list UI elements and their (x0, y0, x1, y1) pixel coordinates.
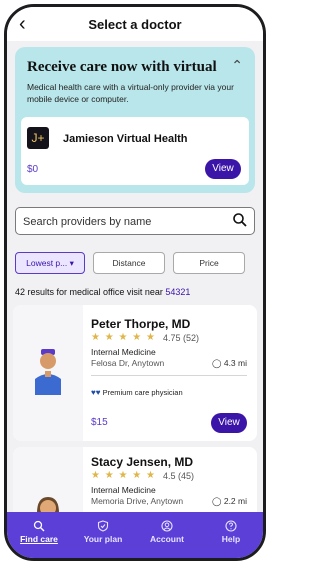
results-zip-link[interactable]: 54321 (165, 287, 190, 297)
provider-price: $0 (27, 164, 39, 175)
nav-label: Help (221, 534, 241, 544)
nav-label: Find care (20, 534, 58, 544)
distance-value: 2.2 mi (223, 496, 247, 506)
virtual-care-heading: Receive care now with virtual (27, 59, 217, 75)
provider-name: Jamieson Virtual Health (63, 133, 188, 145)
doctor-distance: ◯ 4.3 mi (212, 358, 247, 369)
heart-icon: ♥♥ (91, 388, 101, 397)
page-title: Select a doctor (88, 16, 182, 32)
view-doctor-button[interactable]: View (211, 413, 247, 433)
rating-value: 4.5 (45) (163, 471, 195, 481)
rating-stars: ★ ★ ★ ★ ★ (91, 470, 156, 481)
virtual-provider-card[interactable]: J+ Jamieson Virtual Health $0 View (21, 117, 249, 185)
results-summary: 42 results for medical office visit near… (15, 287, 190, 297)
doctor-specialty: Internal Medicine (91, 485, 156, 495)
shield-icon (97, 520, 109, 532)
search-icon (33, 520, 45, 532)
search-box (15, 207, 255, 235)
nav-label: Account (150, 534, 184, 544)
account-icon (161, 520, 173, 532)
nav-account[interactable]: Account (135, 512, 199, 558)
doctor-address: Memoria Drive, Anytown (91, 496, 184, 506)
divider (91, 375, 247, 376)
location-pin-icon: ◯ (211, 358, 222, 368)
doctor-avatar-icon (35, 349, 61, 395)
search-input[interactable] (21, 212, 225, 232)
doctor-avatar-panel (13, 305, 83, 441)
doctor-name[interactable]: Peter Thorpe, MD (91, 317, 190, 331)
collapse-chevron-icon[interactable]: ⌃ (231, 57, 243, 74)
provider-logo: J+ (27, 127, 49, 149)
doctor-address: Felosa Dr, Anytown (91, 358, 165, 368)
virtual-care-panel: Receive care now with virtual ⌃ Medical … (15, 47, 255, 193)
top-bar: ‹ Select a doctor (7, 7, 263, 41)
sort-lowest-price-dropdown[interactable]: Lowest p... ▾ (15, 252, 85, 274)
filter-distance-chip[interactable]: Distance (93, 252, 165, 274)
premium-label: Premium care physician (102, 388, 183, 397)
doctor-specialty: Internal Medicine (91, 347, 156, 357)
help-icon (225, 520, 237, 532)
distance-value: 4.3 mi (223, 358, 247, 368)
doctor-name[interactable]: Stacy Jensen, MD (91, 455, 193, 469)
rating-value: 4.75 (52) (163, 333, 200, 343)
rating-stars: ★ ★ ★ ★ ★ (91, 332, 156, 343)
filter-bar: Lowest p... ▾ Distance Price (15, 252, 255, 274)
doctor-distance: ◯ 2.2 mi (212, 496, 247, 507)
bottom-navigation: Find care Your plan Account Help (7, 512, 263, 558)
nav-your-plan[interactable]: Your plan (71, 512, 135, 558)
phone-frame: ‹ Select a doctor Receive care now with … (4, 4, 266, 561)
location-pin-icon: ◯ (211, 496, 222, 506)
nav-help[interactable]: Help (199, 512, 263, 558)
filter-price-chip[interactable]: Price (173, 252, 245, 274)
premium-badge: ♥♥ Premium care physician (91, 388, 183, 397)
virtual-care-description: Medical health care with a virtual-only … (27, 82, 234, 104)
search-icon[interactable] (232, 212, 248, 228)
results-count-text: 42 results for medical office visit near (15, 287, 166, 297)
view-virtual-provider-button[interactable]: View (205, 159, 241, 179)
doctor-price: $15 (91, 417, 108, 428)
doctor-card[interactable]: Peter Thorpe, MD ★ ★ ★ ★ ★ 4.75 (52) Int… (13, 305, 257, 441)
nav-find-care[interactable]: Find care (7, 512, 71, 558)
nav-label: Your plan (83, 534, 123, 544)
back-arrow-icon[interactable]: ‹ (19, 14, 35, 34)
